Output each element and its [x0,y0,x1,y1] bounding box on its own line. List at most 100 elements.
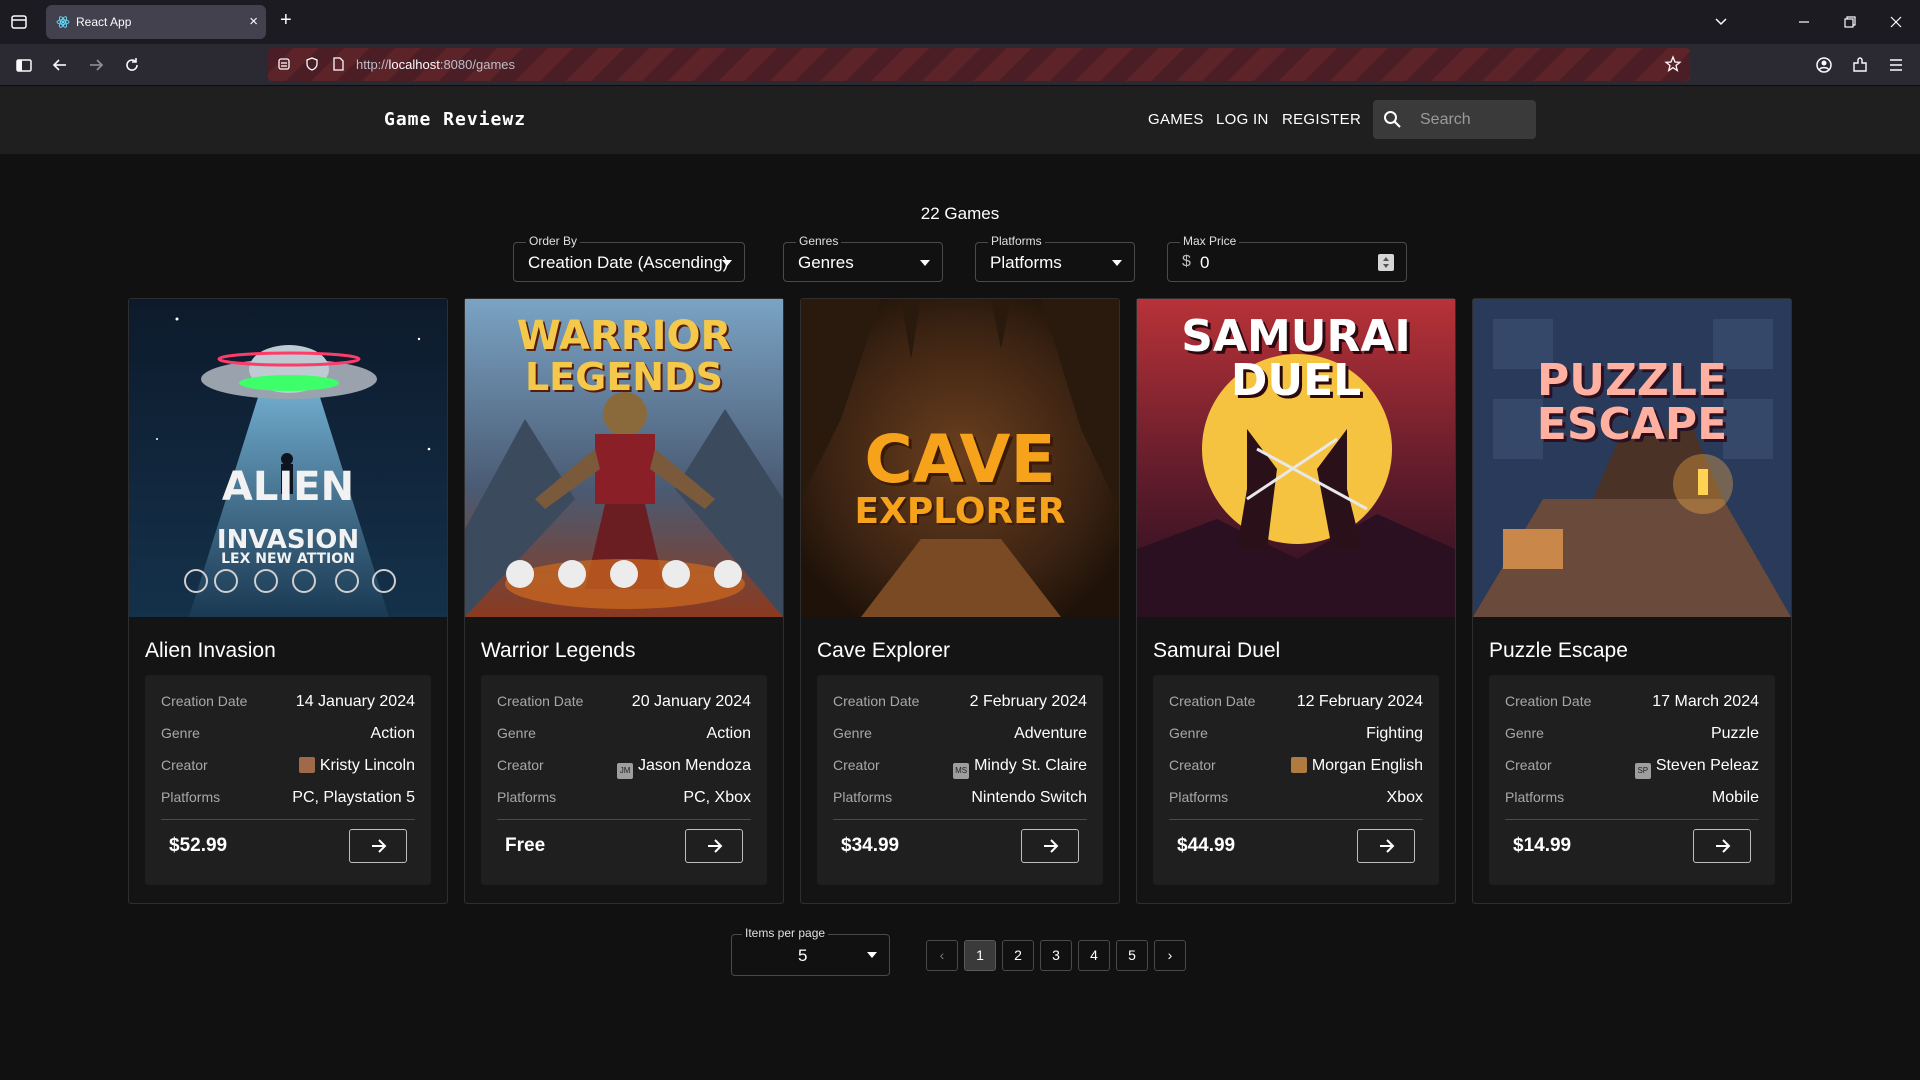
creator-value[interactable]: MS Mindy St. Claire [953,757,1087,779]
max-price-field[interactable]: Max Price $ 0 [1167,234,1407,282]
menu-icon[interactable] [1886,55,1906,75]
extensions-icon[interactable] [1850,55,1870,75]
tracking-protection-icon[interactable] [276,56,292,72]
close-icon[interactable] [1889,15,1903,29]
page-button-2[interactable]: 2 [1002,940,1034,971]
reload-icon[interactable] [122,55,142,75]
cover-title-line: LEX NEW ATTION [221,551,355,567]
game-cover-image[interactable]: WARRIOR LEGENDS [465,299,783,617]
url-bar[interactable]: http://localhost:8080/games [268,48,1690,81]
creator-value[interactable]: JM Jason Mendoza [617,757,751,779]
sidebar-icon[interactable] [14,55,34,75]
platforms-value: PC, Xbox [683,789,751,806]
platforms-select[interactable]: Platforms Platforms [975,234,1135,282]
platforms-value: Xbox [1386,789,1423,806]
nav-link-games[interactable]: GAMES [1148,111,1204,128]
nav-link-register[interactable]: REGISTER [1282,111,1361,128]
creation-date-label: Creation Date [497,693,584,709]
creation-date-value: 20 January 2024 [631,693,751,710]
restore-icon[interactable] [1843,15,1857,29]
brand-logo[interactable]: Game Reviewz [384,109,526,130]
game-title: Samurai Duel [1153,639,1281,662]
creation-date-value: 12 February 2024 [1296,693,1423,710]
game-info-panel: Creation Date 14 January 2024 Genre Acti… [145,675,431,885]
tab-list-icon[interactable] [10,13,28,31]
platforms-label: Platforms [833,789,893,805]
url-path: :8080/games [439,57,516,72]
cover-title-line: WARRIOR [516,313,732,359]
max-price-value[interactable]: 0 [1200,253,1209,273]
items-per-page-value: 5 [798,946,808,965]
nav-link-log-in[interactable]: LOG IN [1216,111,1269,128]
caret-down-icon [1112,260,1122,266]
shield-icon[interactable] [304,56,320,72]
genre-label: Genre [833,725,872,741]
view-game-button[interactable] [1021,829,1079,863]
platforms-value: PC, Playstation 5 [292,789,415,806]
genres-select[interactable]: Genres Genres [783,234,943,282]
browser-navigation-bar: http://localhost:8080/games [0,44,1920,86]
game-cover-image[interactable]: ALIEN INVASION LEX NEW ATTION [129,299,447,617]
divider [161,819,415,820]
creator-value[interactable]: Morgan English [1290,757,1423,775]
number-spinner-icon[interactable] [1378,254,1394,271]
arrow-right-icon [708,839,723,853]
arrow-right-icon [1380,839,1395,853]
game-info-panel: Creation Date 2 February 2024 Genre Adve… [817,675,1103,885]
order-by-value: Creation Date (Ascending) [528,253,729,272]
creation-date-value: 17 March 2024 [1652,693,1759,710]
genres-label: Genres [796,234,842,248]
prev-page-button[interactable]: ‹ [926,940,958,971]
view-game-button[interactable] [685,829,743,863]
react-favicon-icon [56,16,70,28]
cover-title-line: DUEL [1230,355,1362,406]
divider [497,819,751,820]
game-cover-image[interactable]: CAVE EXPLORER [801,299,1119,617]
genre-label: Genre [1169,725,1208,741]
divider [1169,819,1423,820]
creation-date-value: 2 February 2024 [969,693,1087,710]
max-price-label: Max Price [1180,234,1240,248]
game-card: CAVE EXPLORER Cave Explorer Creation Dat… [800,298,1120,904]
new-tab-button[interactable]: + [280,10,292,30]
genre-value: Adventure [1014,725,1087,742]
chevron-down-icon[interactable] [1713,15,1729,29]
cover-title-line: ALIEN [221,464,355,510]
creator-value[interactable]: SP Steven Peleaz [1634,757,1759,779]
creator-name: Steven Peleaz [1655,757,1759,774]
game-title: Puzzle Escape [1489,639,1628,662]
minimize-icon[interactable] [1797,15,1811,29]
game-price: $52.99 [169,835,228,856]
page-button-5[interactable]: 5 [1116,940,1148,971]
bookmark-star-icon[interactable] [1664,55,1682,73]
arrow-right-icon [372,839,387,853]
creator-value[interactable]: Kristy Lincoln [298,757,415,775]
creation-date-label: Creation Date [161,693,248,709]
back-icon[interactable] [50,55,70,75]
game-cover-image[interactable]: SAMURAI DUEL [1137,299,1455,617]
game-title: Cave Explorer [817,639,951,662]
platforms-value: Platforms [990,253,1062,272]
view-game-button[interactable] [349,829,407,863]
items-per-page-select[interactable]: Items per page 5 [731,926,890,976]
creator-label: Creator [1169,757,1216,773]
platforms-label: Platforms [497,789,557,805]
account-icon[interactable] [1814,55,1834,75]
page-button-1[interactable]: 1 [964,940,996,971]
game-cover-image[interactable]: PUZZLE ESCAPE [1473,299,1791,617]
page-button-4[interactable]: 4 [1078,940,1110,971]
creator-label: Creator [161,757,208,773]
search-input[interactable] [1420,100,1530,139]
tab-close-icon[interactable]: × [249,14,258,29]
browser-tab-active[interactable]: React App × [46,5,266,39]
next-page-button[interactable]: › [1154,940,1186,971]
view-game-button[interactable] [1357,829,1415,863]
page-icon[interactable] [330,56,346,72]
search-box[interactable] [1373,100,1536,139]
view-game-button[interactable] [1693,829,1751,863]
order-by-select[interactable]: Order By Creation Date (Ascending) [513,234,745,282]
page-button-3[interactable]: 3 [1040,940,1072,971]
forward-icon[interactable] [86,55,106,75]
url-text[interactable]: http://localhost:8080/games [356,57,515,72]
creator-avatar [1290,757,1307,773]
